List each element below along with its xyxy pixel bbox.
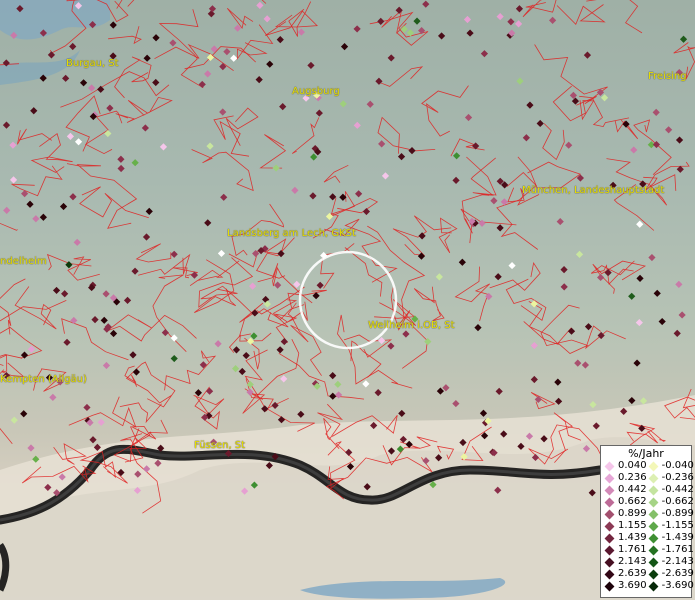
- legend-swatch: [604, 569, 615, 579]
- map-canvas[interactable]: Burgau, St Augsburg Freising München, La…: [0, 0, 695, 600]
- selection-circle-layer: [298, 250, 398, 350]
- selection-circle: [298, 250, 398, 350]
- legend-value: 2.639: [618, 568, 647, 579]
- legend-entry-positive: 0.899: [603, 508, 647, 520]
- legend-entry-positive: 0.040: [603, 460, 647, 472]
- legend-value: -0.236: [661, 472, 694, 483]
- legend-entry-negative: -1.439: [647, 532, 694, 544]
- legend-value: -1.761: [661, 544, 694, 555]
- legend-swatch: [648, 461, 659, 471]
- city-label-landsberg[interactable]: Landsberg am Lech, GKSt: [227, 228, 356, 239]
- legend-rows: 0.040 -0.040 0.236 -0.236 0.442 -0.442 0.662 -0…: [603, 460, 694, 592]
- legend-swatch: [604, 557, 615, 567]
- legend-value: -2.639: [661, 568, 694, 579]
- legend-row: 2.639 -2.639: [603, 568, 694, 580]
- city-label-fuessen[interactable]: Füssen, St: [194, 440, 245, 451]
- legend-value: 0.899: [618, 508, 647, 519]
- legend-swatch: [604, 497, 615, 507]
- city-label-burgau[interactable]: Burgau, St: [66, 58, 119, 69]
- legend-swatch: [604, 521, 615, 531]
- legend-entry-negative: -2.143: [647, 556, 694, 568]
- legend-swatch: [648, 485, 659, 495]
- legend-entry-positive: 2.639: [603, 568, 647, 580]
- legend-value: 0.662: [618, 496, 647, 507]
- legend-value: 0.236: [618, 472, 647, 483]
- legend-row: 0.040 -0.040: [603, 460, 694, 472]
- legend-entry-negative: -0.442: [647, 484, 694, 496]
- legend-entry-negative: -1.155: [647, 520, 694, 532]
- legend-row: 0.899 -0.899: [603, 508, 694, 520]
- legend-entry-positive: 1.439: [603, 532, 647, 544]
- legend: %/Jahr 0.040 -0.040 0.236 -0.236 0.442 -0.442…: [600, 445, 694, 598]
- legend-row: 0.442 -0.442: [603, 484, 694, 496]
- legend-swatch: [604, 545, 615, 555]
- legend-row: 1.761 -1.761: [603, 544, 694, 556]
- city-label-kempten[interactable]: Kempten (Allgäu): [0, 374, 87, 385]
- legend-value: 2.143: [618, 556, 647, 567]
- legend-entry-positive: 3.690: [603, 580, 647, 592]
- legend-swatch: [648, 521, 659, 531]
- legend-swatch: [604, 473, 615, 483]
- legend-value: 0.040: [618, 460, 647, 471]
- legend-value: -0.040: [661, 460, 694, 471]
- legend-swatch: [604, 533, 615, 543]
- city-label-weilheim[interactable]: Weilheim i.OB, St: [368, 320, 455, 331]
- legend-entry-negative: -0.662: [647, 496, 694, 508]
- city-label-freising[interactable]: Freising: [648, 71, 687, 82]
- legend-row: 0.662 -0.662: [603, 496, 694, 508]
- legend-entry-negative: -0.899: [647, 508, 694, 520]
- legend-value: 3.690: [618, 580, 647, 591]
- legend-title: %/Jahr: [628, 447, 664, 460]
- city-label-augsburg[interactable]: Augsburg: [292, 86, 340, 97]
- legend-value: -0.662: [661, 496, 694, 507]
- legend-swatch: [648, 473, 659, 483]
- legend-row: 3.690 -3.690: [603, 580, 694, 592]
- legend-swatch: [604, 485, 615, 495]
- legend-entry-negative: -0.040: [647, 460, 694, 472]
- legend-swatch: [648, 569, 659, 579]
- legend-row: 2.143 -2.143: [603, 556, 694, 568]
- legend-entry-positive: 0.442: [603, 484, 647, 496]
- legend-value: 1.761: [618, 544, 647, 555]
- legend-swatch: [648, 545, 659, 555]
- legend-value: -1.155: [661, 520, 694, 531]
- legend-value: 1.439: [618, 532, 647, 543]
- legend-entry-positive: 2.143: [603, 556, 647, 568]
- legend-entry-positive: 1.155: [603, 520, 647, 532]
- legend-entry-positive: 0.236: [603, 472, 647, 484]
- legend-swatch: [648, 533, 659, 543]
- legend-value: -2.143: [661, 556, 694, 567]
- legend-value: -1.439: [661, 532, 694, 543]
- legend-swatch: [604, 509, 615, 519]
- legend-swatch: [648, 581, 659, 591]
- legend-value: 1.155: [618, 520, 647, 531]
- legend-swatch: [604, 581, 615, 591]
- legend-value: -3.690: [661, 580, 694, 591]
- legend-swatch: [648, 557, 659, 567]
- city-label-mindelheim[interactable]: ndelheim: [0, 256, 47, 267]
- legend-value: 0.442: [618, 484, 647, 495]
- legend-entry-negative: -2.639: [647, 568, 694, 580]
- legend-row: 1.155 -1.155: [603, 520, 694, 532]
- legend-value: -0.899: [661, 508, 694, 519]
- legend-entry-negative: -0.236: [647, 472, 694, 484]
- legend-row: 1.439 -1.439: [603, 532, 694, 544]
- legend-entry-positive: 0.662: [603, 496, 647, 508]
- legend-swatch: [604, 461, 615, 471]
- legend-swatch: [648, 509, 659, 519]
- legend-value: -0.442: [661, 484, 694, 495]
- legend-row: 0.236 -0.236: [603, 472, 694, 484]
- city-label-muenchen[interactable]: München, Landeshauptstadt: [522, 185, 664, 196]
- legend-entry-negative: -1.761: [647, 544, 694, 556]
- legend-entry-positive: 1.761: [603, 544, 647, 556]
- legend-swatch: [648, 497, 659, 507]
- legend-entry-negative: -3.690: [647, 580, 694, 592]
